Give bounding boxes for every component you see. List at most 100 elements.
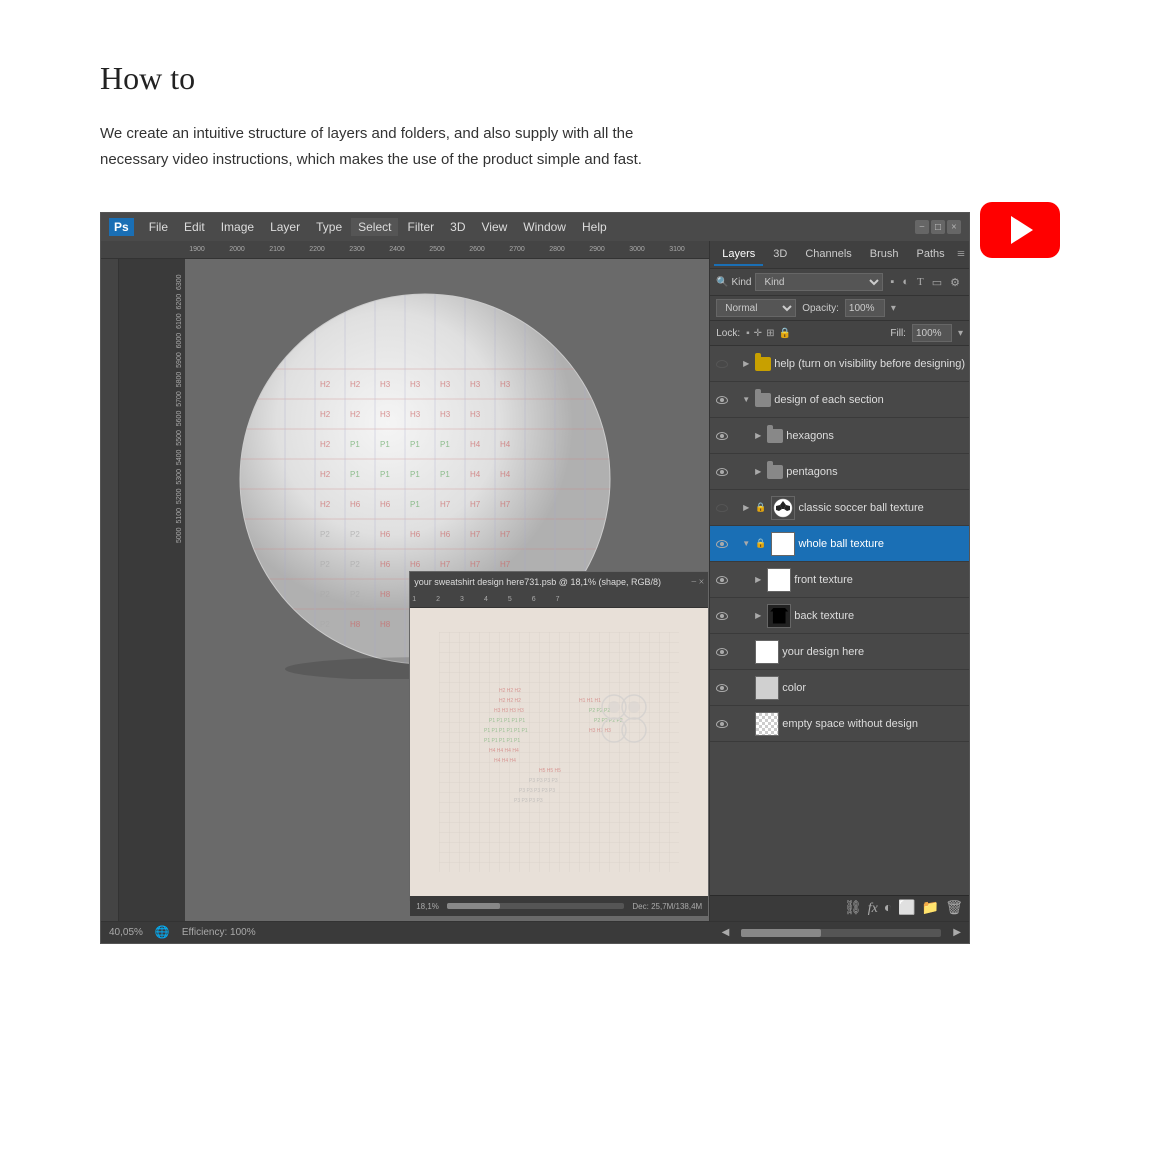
minimize-button[interactable]: − <box>915 220 929 234</box>
expand-hexagons[interactable]: ▶ <box>752 430 764 442</box>
svg-text:P3 P3 P3 P3: P3 P3 P3 P3 <box>529 778 558 784</box>
svg-text:H7: H7 <box>470 530 481 539</box>
layers-filter-row: 🔍 Kind Kind ▪ ◐ T ▭ ⚙ <box>710 269 969 296</box>
folder-icon-bottom[interactable]: 📁 <box>922 900 939 917</box>
expand-front-texture[interactable]: ▶ <box>752 574 764 586</box>
opacity-input[interactable] <box>845 299 885 317</box>
menu-image[interactable]: Image <box>214 218 261 236</box>
svg-text:P1 P1 P1 P1 P1: P1 P1 P1 P1 P1 <box>489 718 525 724</box>
eye-color[interactable] <box>714 680 730 696</box>
layer-item-classic-soccer[interactable]: ▶ 🔒 classic soccer ball texture <box>710 490 969 526</box>
eye-whole-ball[interactable] <box>714 536 730 552</box>
tab-paths[interactable]: Paths <box>909 244 953 266</box>
layer-item-whole-ball[interactable]: ▼ 🔒 whole ball texture <box>710 526 969 562</box>
layer-item-front-texture[interactable]: ▶ front texture <box>710 562 969 598</box>
tab-channels[interactable]: Channels <box>797 244 859 266</box>
layer-item-hexagons[interactable]: ▶ hexagons <box>710 418 969 454</box>
tab-layers[interactable]: Layers <box>714 244 763 266</box>
menu-3d[interactable]: 3D <box>443 218 472 236</box>
link-layers-icon[interactable]: ⛓ <box>844 900 862 917</box>
layer-item-back-texture[interactable]: ▶ back texture <box>710 598 969 634</box>
svg-text:P2: P2 <box>320 590 330 599</box>
eye-design-sections[interactable] <box>714 392 730 408</box>
svg-text:H5 H5 H5: H5 H5 H5 <box>539 768 561 774</box>
layer-item-pentagons[interactable]: ▶ pentagons <box>710 454 969 490</box>
eye-front-texture[interactable] <box>714 572 730 588</box>
eye-icon-back-texture <box>716 612 728 620</box>
next-frame-btn[interactable]: ▶ <box>953 927 961 938</box>
eye-help[interactable] <box>714 356 730 372</box>
eye-your-design[interactable] <box>714 644 730 660</box>
layer-item-empty-space[interactable]: empty space without design <box>710 706 969 742</box>
youtube-play-icon <box>1011 216 1033 244</box>
menu-file[interactable]: File <box>142 218 175 236</box>
tab-3d[interactable]: 3D <box>765 244 795 266</box>
eye-pentagons[interactable] <box>714 464 730 480</box>
lock-pixel-icon[interactable]: ▪ <box>746 328 750 339</box>
menu-layer[interactable]: Layer <box>263 218 307 236</box>
sub-minimize[interactable]: − <box>691 577 697 588</box>
svg-text:H6: H6 <box>380 530 391 539</box>
expand-classic-soccer[interactable]: ▶ <box>740 502 752 514</box>
svg-text:H2: H2 <box>350 410 361 419</box>
tab-brush[interactable]: Brush <box>862 244 907 266</box>
filter-adj-icon[interactable]: ◐ <box>899 275 912 290</box>
left-ruler-numbers: 5000 5100 5200 5300 5400 5500 5600 5700 … <box>119 263 185 543</box>
mask-icon[interactable]: ⬜ <box>898 900 915 917</box>
adjustment-icon[interactable]: ◐ <box>884 901 892 917</box>
expand-back-texture[interactable]: ▶ <box>752 610 764 622</box>
svg-text:P1: P1 <box>350 440 360 449</box>
layer-item-color[interactable]: color <box>710 670 969 706</box>
blend-mode-dropdown[interactable]: Normal <box>716 299 796 317</box>
menu-window[interactable]: Window <box>516 218 573 236</box>
expand-whole-ball[interactable]: ▼ <box>740 538 752 550</box>
filter-shape-icon[interactable]: ▭ <box>929 275 945 290</box>
filter-icons: ▪ ◐ T ▭ ⚙ <box>887 275 963 290</box>
svg-text:H8: H8 <box>350 620 361 629</box>
svg-text:H7: H7 <box>500 530 511 539</box>
expand-design-sections[interactable]: ▼ <box>740 394 752 406</box>
lock-all-icon[interactable]: 🔒 <box>778 328 790 339</box>
svg-text:P1: P1 <box>410 500 420 509</box>
close-button[interactable]: × <box>947 220 961 234</box>
filter-dropdown[interactable]: Kind <box>755 273 883 291</box>
lock-artboard-icon[interactable]: ⊞ <box>766 328 774 339</box>
eye-back-texture[interactable] <box>714 608 730 624</box>
eye-hexagons[interactable] <box>714 428 730 444</box>
thumb-your-design <box>755 640 779 664</box>
menu-type[interactable]: Type <box>309 218 349 236</box>
layer-name-help: help (turn on visibility before designin… <box>774 358 965 370</box>
page-title: How to <box>100 60 1060 97</box>
menu-view[interactable]: View <box>475 218 515 236</box>
filter-pixel-icon[interactable]: ▪ <box>887 275 897 290</box>
youtube-play-button[interactable] <box>980 202 1060 258</box>
prev-frame-btn[interactable]: ◀ <box>722 927 730 938</box>
delete-icon[interactable]: 🗑 <box>945 900 963 917</box>
expand-help[interactable]: ▶ <box>740 358 752 370</box>
menu-edit[interactable]: Edit <box>177 218 212 236</box>
fill-arrow: ▾ <box>958 328 963 339</box>
svg-text:P1: P1 <box>380 470 390 479</box>
filter-type-icon[interactable]: T <box>914 275 927 290</box>
lock-move-icon[interactable]: ✛ <box>754 328 762 339</box>
eye-classic-soccer[interactable] <box>714 500 730 516</box>
menu-select[interactable]: Select <box>351 218 398 236</box>
fx-icon[interactable]: fx <box>868 901 878 917</box>
layers-list: ▶ help (turn on visibility before design… <box>710 346 969 895</box>
svg-text:H7: H7 <box>440 500 451 509</box>
layer-item-your-design[interactable]: your design here <box>710 634 969 670</box>
menu-help[interactable]: Help <box>575 218 614 236</box>
maximize-button[interactable]: □ <box>931 220 945 234</box>
fill-input[interactable] <box>912 324 952 342</box>
menu-filter[interactable]: Filter <box>400 218 441 236</box>
fill-label: Fill: <box>890 328 906 339</box>
panel-menu-icon[interactable]: ≡ <box>957 247 965 263</box>
filter-smart-icon[interactable]: ⚙ <box>947 275 963 290</box>
expand-pentagons[interactable]: ▶ <box>752 466 764 478</box>
layer-item-design-sections[interactable]: ▼ design of each section <box>710 382 969 418</box>
layer-item-help[interactable]: ▶ help (turn on visibility before design… <box>710 346 969 382</box>
svg-text:H3: H3 <box>380 380 391 389</box>
sub-close[interactable]: × <box>699 577 705 588</box>
eye-icon-front-texture <box>716 576 728 584</box>
eye-empty-space[interactable] <box>714 716 730 732</box>
